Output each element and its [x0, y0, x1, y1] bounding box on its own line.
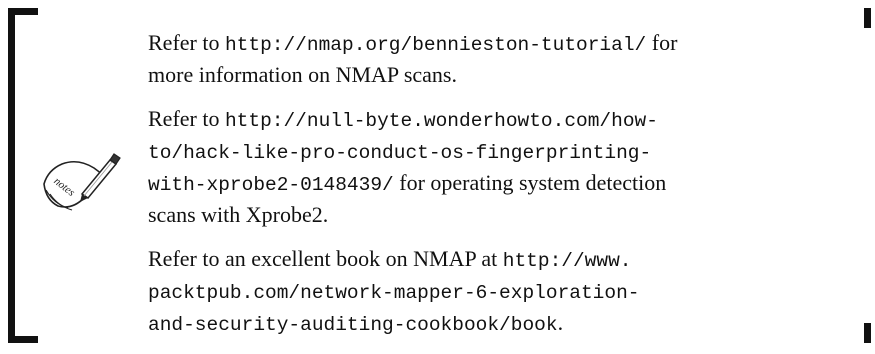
left-bracket-bottom [8, 336, 38, 343]
note-paragraph: Refer to an excellent book on NMAP at ht… [148, 244, 848, 340]
url-text: with-xprobe2-0148439/ [148, 174, 394, 196]
right-bracket-top [864, 8, 871, 28]
note-line: to/hack-like-pro-conduct-os-fingerprinti… [148, 136, 848, 168]
url-text: to/hack-like-pro-conduct-os-fingerprinti… [148, 142, 652, 164]
note-line: packtpub.com/network-mapper-6-exploratio… [148, 276, 848, 308]
note-text: for operating system detection [393, 170, 667, 195]
url-text: http://www. [502, 250, 632, 272]
note-text: Refer to [148, 30, 225, 55]
note-line: with-xprobe2-0148439/ for operating syst… [148, 168, 848, 200]
note-text: Refer to an excellent book on NMAP at [148, 246, 503, 271]
note-paragraph: Refer to http://null-byte.wonderhowto.co… [148, 104, 848, 230]
notes-pen-icon: notes [43, 153, 121, 211]
note-line: Refer to an excellent book on NMAP at ht… [148, 244, 848, 276]
note-text: Refer to [148, 106, 225, 131]
note-line: and-security-auditing-cookbook/book. [148, 308, 848, 340]
left-bracket [8, 8, 15, 343]
note-text: more information on NMAP scans. [148, 62, 457, 87]
note-text: scans with Xprobe2. [148, 202, 329, 227]
url-text: and-security-auditing-cookbook/book [148, 314, 558, 336]
note-content: Refer to http://nmap.org/bennieston-tuto… [148, 28, 848, 354]
url-text: http://null-byte.wonderhowto.com/how- [224, 110, 658, 132]
right-bracket-bottom [864, 323, 871, 343]
note-text: . [557, 310, 564, 335]
note-line: scans with Xprobe2. [148, 200, 848, 230]
note-text: for [646, 30, 678, 55]
info-note-box: notes Refer to http://nmap.org/benniesto… [0, 0, 875, 350]
left-bracket-top [8, 8, 38, 15]
url-text: http://nmap.org/bennieston-tutorial/ [224, 34, 647, 56]
note-line: Refer to http://null-byte.wonderhowto.co… [148, 104, 848, 136]
note-paragraph: Refer to http://nmap.org/bennieston-tuto… [148, 28, 848, 90]
note-line: more information on NMAP scans. [148, 60, 848, 90]
url-text: packtpub.com/network-mapper-6-exploratio… [148, 282, 640, 304]
note-line: Refer to http://nmap.org/bennieston-tuto… [148, 28, 848, 60]
